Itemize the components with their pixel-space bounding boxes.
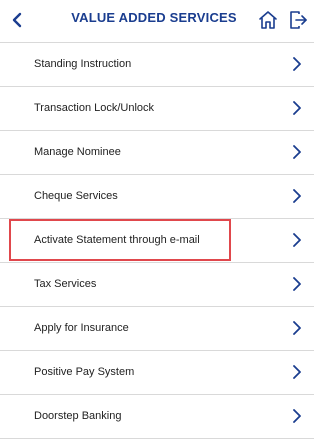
logout-icon bbox=[290, 11, 307, 29]
logout-button[interactable] bbox=[286, 8, 310, 32]
menu-item-transaction-lock-unlock[interactable]: Transaction Lock/Unlock bbox=[0, 87, 314, 131]
menu-item-positive-pay-system[interactable]: Positive Pay System bbox=[0, 351, 314, 395]
chevron-right-icon bbox=[293, 145, 301, 159]
menu-item-label: Standing Instruction bbox=[34, 58, 132, 70]
home-icon bbox=[259, 11, 277, 29]
menu-item-label: Doorstep Banking bbox=[34, 410, 122, 422]
chevron-right-icon bbox=[293, 101, 301, 115]
menu-item-label: Tax Services bbox=[34, 278, 97, 290]
menu-item-label: Manage Nominee bbox=[34, 146, 121, 158]
menu-item-label: Activate Statement through e-mail bbox=[34, 234, 200, 246]
chevron-right-icon bbox=[293, 233, 301, 247]
chevron-right-icon bbox=[293, 189, 301, 203]
chevron-left-icon bbox=[12, 12, 22, 28]
chevron-right-icon bbox=[293, 409, 301, 423]
menu-item-activate-statement-email[interactable]: Activate Statement through e-mail bbox=[0, 219, 314, 263]
header: VALUE ADDED SERVICES bbox=[0, 0, 314, 42]
menu-item-label: Apply for Insurance bbox=[34, 322, 129, 334]
menu-item-label: Transaction Lock/Unlock bbox=[34, 102, 155, 114]
menu-item-standing-instruction[interactable]: Standing Instruction bbox=[0, 43, 314, 87]
menu-item-apply-for-insurance[interactable]: Apply for Insurance bbox=[0, 307, 314, 351]
menu-item-doorstep-banking[interactable]: Doorstep Banking bbox=[0, 395, 314, 439]
chevron-right-icon bbox=[293, 365, 301, 379]
home-button[interactable] bbox=[256, 8, 280, 32]
chevron-right-icon bbox=[293, 57, 301, 71]
menu-item-label: Cheque Services bbox=[34, 190, 118, 202]
menu-item-cheque-services[interactable]: Cheque Services bbox=[0, 175, 314, 219]
back-button[interactable] bbox=[4, 7, 30, 33]
menu-item-label: Positive Pay System bbox=[34, 366, 135, 378]
menu-item-tax-services[interactable]: Tax Services bbox=[0, 263, 314, 307]
services-menu: Standing Instruction Transaction Lock/Un… bbox=[0, 43, 314, 439]
chevron-right-icon bbox=[293, 321, 301, 335]
chevron-right-icon bbox=[293, 277, 301, 291]
page-title: VALUE ADDED SERVICES bbox=[71, 10, 237, 25]
menu-item-manage-nominee[interactable]: Manage Nominee bbox=[0, 131, 314, 175]
